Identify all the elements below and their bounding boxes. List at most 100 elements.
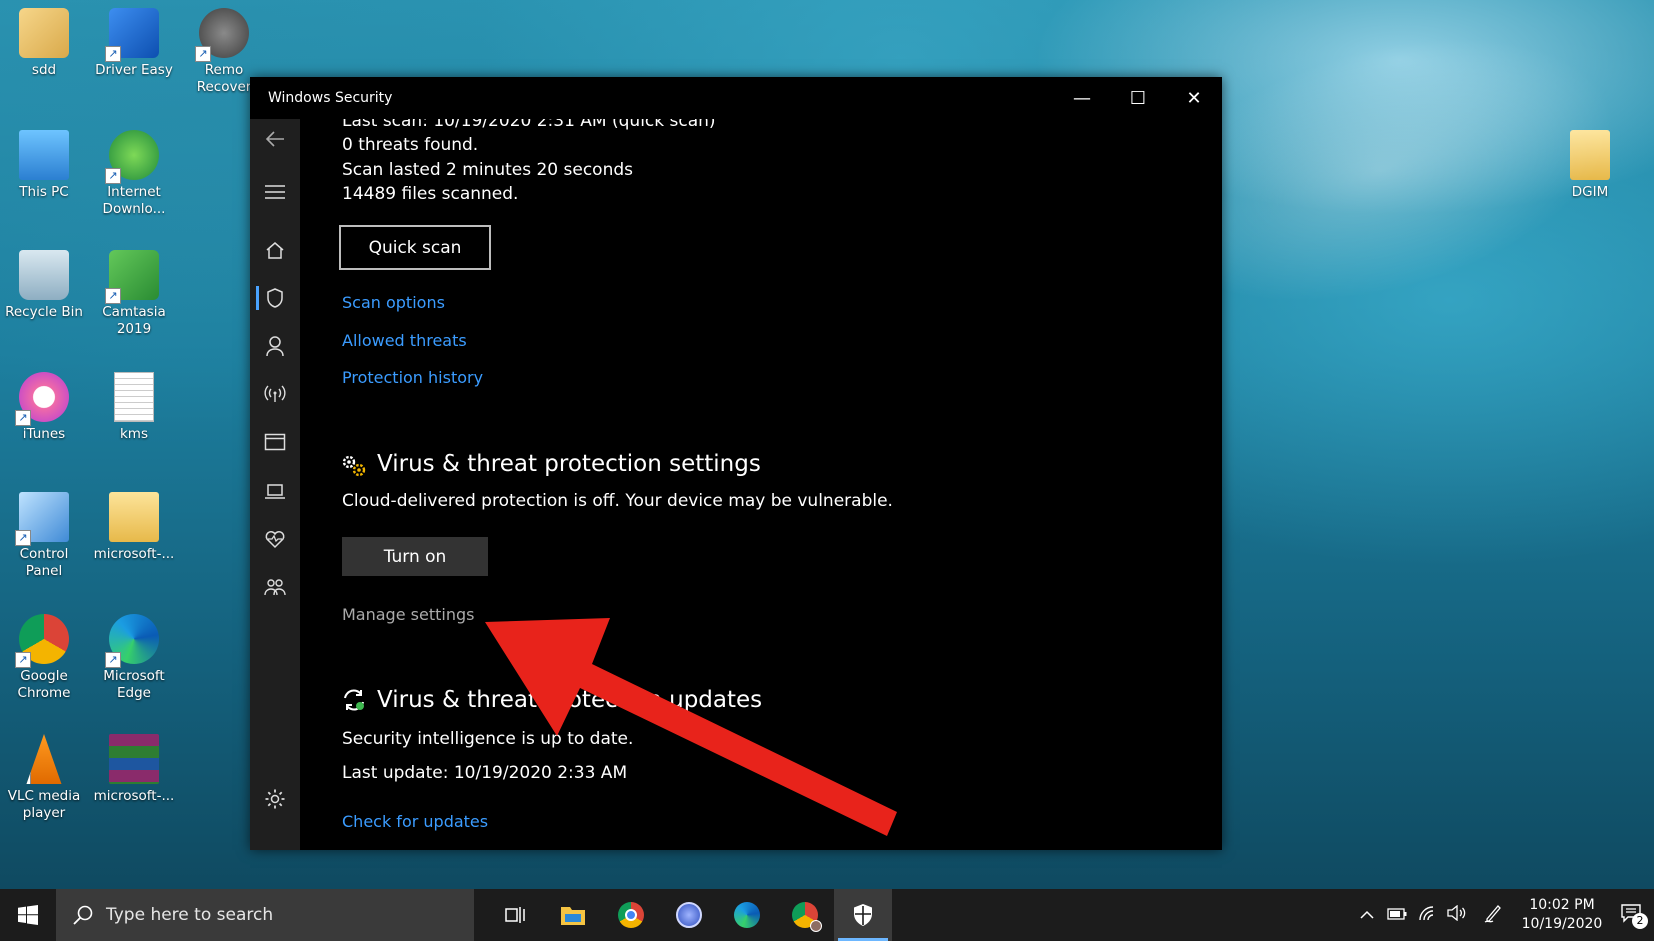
allowed-threats-link[interactable]: Allowed threats (342, 331, 467, 350)
protection-updates-title: Virus & threat protection updates (377, 687, 763, 713)
desktop-icon-kms[interactable]: kms (90, 372, 178, 443)
desktop-icon-recycle-bin[interactable]: Recycle Bin (0, 250, 88, 321)
desktop-icon-itunes[interactable]: iTunes (0, 372, 88, 443)
close-icon: ✕ (1186, 87, 1202, 109)
taskbar-chrome-profile[interactable] (776, 889, 834, 941)
desktop-icon-driver-easy[interactable]: Driver Easy (90, 8, 178, 79)
last-update-text: Last update: 10/19/2020 2:33 AM (342, 763, 628, 783)
desktop-icon-vlc[interactable]: VLC media player (0, 734, 88, 822)
search-placeholder: Type here to search (106, 905, 274, 925)
back-button[interactable] (250, 119, 300, 159)
security-intelligence-status: Security intelligence is up to date. (342, 729, 634, 749)
window-controls: — ☐ ✕ (1054, 77, 1222, 119)
remo-recover-icon (195, 8, 249, 62)
nav-app-browser-control[interactable] (250, 422, 300, 462)
chrome-icon (15, 614, 69, 668)
folder-icon (109, 492, 159, 542)
taskbar-chrome[interactable] (602, 889, 660, 941)
scan-options-link[interactable]: Scan options (342, 293, 445, 312)
home-icon (266, 242, 284, 259)
maximize-button[interactable]: ☐ (1110, 77, 1166, 119)
hamburger-menu-button[interactable] (250, 172, 300, 212)
desktop-icon-control-panel[interactable]: Control Panel (0, 492, 88, 580)
scan-duration-text: Scan lasted 2 minutes 20 seconds (342, 160, 634, 180)
recycle-bin-icon (19, 250, 69, 300)
chrome-icon (618, 902, 644, 928)
cloud-protection-status: Cloud-delivered protection is off. Your … (342, 491, 893, 511)
nav-device-performance-health[interactable] (250, 519, 300, 559)
turn-on-button[interactable]: Turn on (342, 537, 488, 576)
taskbar: Type here to search 10:02 PM 10/19/2020 … (0, 889, 1654, 941)
show-hidden-icons-button[interactable] (1352, 906, 1382, 924)
taskbar-app-blue-circle[interactable] (660, 889, 718, 941)
shield-icon (854, 904, 872, 926)
user-folder-icon (19, 8, 69, 58)
taskbar-file-explorer[interactable] (544, 889, 602, 941)
window-title: Windows Security (268, 90, 393, 106)
screen-bottom-margin (0, 941, 1654, 951)
quick-scan-label: Quick scan (368, 237, 462, 258)
winrar-archive-icon (109, 734, 159, 784)
text-file-icon (114, 372, 154, 422)
nav-firewall-network[interactable] (250, 374, 300, 414)
desktop-icon-sdd[interactable]: sdd (0, 8, 88, 79)
desktop-icon-camtasia[interactable]: Camtasia 2019 (90, 250, 178, 338)
nav-settings[interactable] (250, 779, 300, 819)
action-center-button[interactable]: 2 (1608, 903, 1654, 929)
pen-icon (1484, 905, 1501, 923)
desktop-icon-microsoft-folder[interactable]: microsoft-... (90, 492, 178, 563)
pen-workspace-button[interactable] (1478, 903, 1508, 927)
desktop-icon-dgim[interactable]: DGIM (1546, 130, 1634, 201)
nav-device-security[interactable] (250, 471, 300, 511)
edge-icon (105, 614, 159, 668)
notification-count-badge: 2 (1632, 913, 1648, 929)
battery-icon (1387, 908, 1407, 920)
volume-indicator[interactable] (1442, 904, 1472, 925)
desktop-icon-this-pc[interactable]: This PC (0, 130, 88, 201)
vlc-cone-icon (26, 734, 62, 784)
windows-logo-icon (18, 905, 38, 925)
close-button[interactable]: ✕ (1166, 77, 1222, 119)
task-view-button[interactable] (486, 889, 544, 941)
nav-account-protection[interactable] (250, 326, 300, 366)
minimize-button[interactable]: — (1054, 77, 1110, 119)
check-for-updates-link[interactable]: Check for updates (342, 812, 488, 831)
desktop-icon-winrar[interactable]: microsoft-... (90, 734, 178, 805)
taskbar-edge[interactable] (718, 889, 776, 941)
desktop-icon-google-chrome[interactable]: Google Chrome (0, 614, 88, 702)
shield-icon (267, 288, 283, 308)
navigation-rail (250, 119, 300, 850)
folder-icon (1570, 130, 1610, 180)
control-panel-icon (15, 492, 69, 546)
laptop-icon (265, 484, 285, 499)
title-bar[interactable]: Windows Security — ☐ ✕ (250, 77, 1222, 119)
computer-icon (19, 130, 69, 180)
internet-download-icon (105, 130, 159, 184)
wifi-icon (1419, 906, 1434, 921)
gear-icon (265, 789, 285, 809)
itunes-icon (15, 372, 69, 426)
desktop-icon-internet-download[interactable]: Internet Downlo... (90, 130, 178, 218)
taskbar-search-box[interactable]: Type here to search (56, 889, 474, 941)
start-button[interactable] (0, 889, 56, 941)
files-scanned-text: 14489 files scanned. (342, 184, 519, 204)
taskbar-clock[interactable]: 10:02 PM 10/19/2020 (1516, 896, 1608, 934)
update-refresh-icon (344, 689, 364, 711)
windows-security-window: Windows Security — ☐ ✕ Last scan: 10/19/… (250, 77, 1222, 850)
desktop-icon-microsoft-edge[interactable]: Microsoft Edge (90, 614, 178, 702)
edge-icon (734, 902, 760, 928)
quick-scan-button[interactable]: Quick scan (339, 225, 491, 270)
search-icon (73, 905, 93, 925)
nav-virus-threat-protection[interactable] (250, 278, 300, 318)
manage-settings-link[interactable]: Manage settings (342, 605, 474, 624)
taskbar-windows-security[interactable] (834, 889, 892, 941)
protection-history-link[interactable]: Protection history (342, 368, 483, 387)
nav-family-options[interactable] (250, 567, 300, 607)
nav-home[interactable] (250, 230, 300, 270)
heart-pulse-icon (265, 531, 285, 549)
last-scan-text: Last scan: 10/19/2020 2:31 AM (quick sca… (342, 119, 716, 131)
protection-settings-title: Virus & threat protection settings (377, 451, 761, 477)
network-indicator[interactable] (1412, 905, 1442, 925)
battery-indicator[interactable] (1382, 906, 1412, 924)
app-circle-icon (676, 902, 702, 928)
